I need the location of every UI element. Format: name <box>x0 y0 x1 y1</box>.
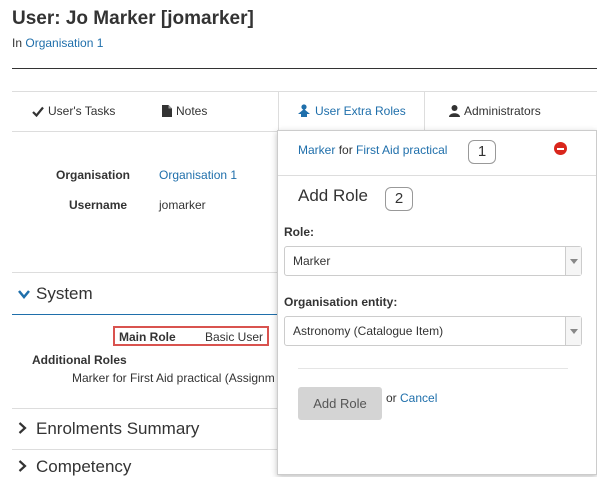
role-select[interactable]: Marker <box>284 246 582 276</box>
cancel-link[interactable]: Cancel <box>400 391 437 405</box>
header-divider <box>12 68 597 69</box>
competency-heading: Competency <box>36 457 132 476</box>
tab-label: Administrators <box>464 104 541 118</box>
dropdown-arrow-icon <box>565 317 581 345</box>
system-heading: System <box>36 284 93 303</box>
tab-users-tasks[interactable]: User's Tasks <box>32 92 115 131</box>
additional-roles-value: Marker for First Aid practical (Assignm <box>72 371 275 385</box>
tab-user-extra-roles[interactable]: User Extra Roles <box>278 91 425 132</box>
organisation-value-link[interactable]: Organisation 1 <box>159 168 237 182</box>
entity-label: Organisation entity: <box>284 295 398 309</box>
remove-role-icon[interactable] <box>554 142 567 155</box>
username-value: jomarker <box>159 198 206 212</box>
system-section-toggle[interactable]: System <box>18 284 93 304</box>
tab-bar: User's Tasks Notes User Extra Roles Admi… <box>12 91 597 132</box>
role-select-value: Marker <box>293 254 331 268</box>
main-role-value: Basic User <box>205 330 264 344</box>
enrolments-heading: Enrolments Summary <box>36 419 200 438</box>
role-label: Role: <box>284 225 314 239</box>
tab-label: User's Tasks <box>48 104 116 118</box>
username-label: Username <box>69 198 128 212</box>
organisation-entity-select[interactable]: Astronomy (Catalogue Item) <box>284 316 582 346</box>
callout-badge-1: 1 <box>468 140 496 164</box>
user-up-icon <box>298 104 310 117</box>
chevron-right-icon <box>18 422 32 437</box>
main-role-label: Main Role <box>119 330 176 344</box>
tab-label: Notes <box>176 104 208 118</box>
entity-select-value: Astronomy (Catalogue Item) <box>293 324 444 338</box>
competency-section-toggle[interactable]: Competency <box>18 457 131 477</box>
enrolments-section-toggle[interactable]: Enrolments Summary <box>18 419 199 439</box>
callout-badge-2: 2 <box>385 187 413 211</box>
organisation-label: Organisation <box>56 168 131 182</box>
chevron-right-icon <box>18 460 32 475</box>
person-icon <box>449 105 460 117</box>
tab-notes[interactable]: Notes <box>162 92 207 131</box>
organisation-link[interactable]: Organisation 1 <box>25 36 103 50</box>
tab-administrators[interactable]: Administrators <box>449 92 541 131</box>
existing-role-target-link[interactable]: First Aid practical <box>356 143 447 157</box>
chevron-down-icon <box>18 287 32 302</box>
existing-role-link[interactable]: Marker <box>298 143 335 157</box>
popover-divider <box>278 175 596 176</box>
additional-roles-label: Additional Roles <box>32 353 127 367</box>
or-text: or <box>386 391 397 405</box>
add-role-heading: Add Role <box>298 186 368 205</box>
form-divider <box>298 368 568 369</box>
check-icon <box>32 106 44 118</box>
cancel-row: or Cancel <box>386 391 437 405</box>
existing-role-joiner: for <box>338 143 353 157</box>
existing-role-row: Marker for First Aid practical <box>298 143 447 157</box>
in-prefix: In <box>12 36 23 50</box>
tab-label: User Extra Roles <box>315 104 406 118</box>
add-role-button[interactable]: Add Role <box>298 387 382 420</box>
dropdown-arrow-icon <box>565 247 581 275</box>
user-extra-roles-popover: Marker for First Aid practical 1 Add Rol… <box>277 130 597 475</box>
page-subtitle: In Organisation 1 <box>12 36 103 50</box>
page-title: User: Jo Marker [jomarker] <box>12 8 254 29</box>
document-icon <box>162 105 172 117</box>
